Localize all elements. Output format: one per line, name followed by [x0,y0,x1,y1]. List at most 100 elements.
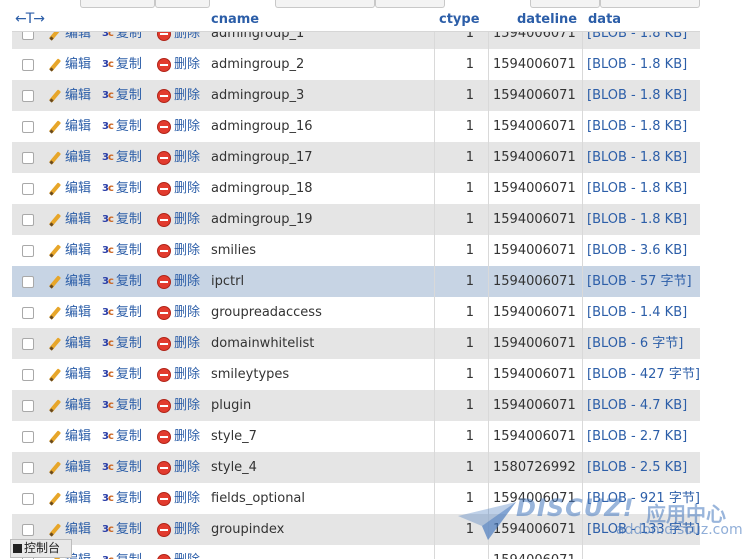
table-row[interactable]: 编辑 3c 复制 删除 style_4 1 1580726992 [BLOB - 2.5 KB… [12,452,700,483]
edit-button[interactable]: 编辑 [48,483,91,514]
copy-button[interactable]: 3c复制 [102,80,142,111]
delete-button[interactable]: 删除 [157,235,200,266]
table-row[interactable]: 编辑 3c 复制 删除 ipctrl 1 1594006071 [BLOB - 57 字节] [12,266,700,297]
edit-button[interactable]: 编辑 [48,204,91,235]
row-checkbox[interactable] [22,493,34,505]
row-checkbox[interactable] [22,400,34,412]
tab-edge[interactable] [80,0,155,8]
cell-data[interactable]: [BLOB - 1.8 KB] [587,80,687,111]
copy-button[interactable]: 3c复制 [102,514,142,545]
table-row[interactable]: 编辑 3c 复制 删除 admingroup_17 1 1594006071 [BLOB - … [12,142,700,173]
cell-data[interactable]: [BLOB - 133 字节] [587,514,700,545]
edit-button[interactable]: 编辑 [48,359,91,390]
column-header-data[interactable]: data [588,12,621,27]
edit-button[interactable]: 编辑 [48,266,91,297]
row-checkbox[interactable] [22,462,34,474]
delete-button[interactable]: 删除 [157,483,200,514]
row-checkbox[interactable] [22,90,34,102]
copy-button[interactable]: 3c复制 [102,545,142,559]
delete-button[interactable]: 删除 [157,545,200,559]
table-row[interactable]: 编辑 3c 复制 删除 admingroup_2 1 1594006071 [BLOB - 1… [12,49,700,80]
copy-button[interactable]: 3c复制 [102,421,142,452]
edit-button[interactable]: 编辑 [48,390,91,421]
cell-data[interactable]: [BLOB - 6 字节] [587,328,683,359]
row-checkbox[interactable] [22,276,34,288]
delete-button[interactable]: 删除 [157,452,200,483]
cell-data[interactable]: [BLOB - 2.7 KB] [587,421,687,452]
edit-button[interactable]: 编辑 [48,421,91,452]
edit-button[interactable]: 编辑 [48,111,91,142]
tab-edge[interactable] [600,0,700,8]
copy-button[interactable]: 3c复制 [102,328,142,359]
delete-button[interactable]: 删除 [157,514,200,545]
cell-data[interactable]: [BLOB - 1.8 KB] [587,142,687,173]
row-checkbox[interactable] [22,152,34,164]
row-checkbox[interactable] [22,59,34,71]
cell-data[interactable]: [BLOB - 1.8 KB] [587,111,687,142]
row-checkbox[interactable] [22,183,34,195]
row-checkbox[interactable] [22,524,34,536]
delete-button[interactable]: 删除 [157,297,200,328]
table-row[interactable]: 编辑 3c 复制 删除 smileytypes 1 1594006071 [BLOB - 42… [12,359,700,390]
cell-data[interactable]: [BLOB - 4.7 KB] [587,390,687,421]
edit-button[interactable]: 编辑 [48,49,91,80]
copy-button[interactable]: 3c复制 [102,49,142,80]
copy-button[interactable]: 3c复制 [102,390,142,421]
tab-edge[interactable] [530,0,600,8]
delete-button[interactable]: 删除 [157,266,200,297]
copy-button[interactable]: 3c复制 [102,204,142,235]
tab-edge[interactable] [155,0,210,8]
cell-data[interactable]: [BLOB - 3.6 KB] [587,235,687,266]
copy-button[interactable]: 3c复制 [102,142,142,173]
copy-button[interactable]: 3c复制 [102,173,142,204]
delete-button[interactable]: 删除 [157,80,200,111]
cell-data[interactable]: [BLOB - 1.4 KB] [587,297,687,328]
column-header-dateline[interactable]: dateline [517,12,577,27]
edit-button[interactable]: 编辑 [48,173,91,204]
delete-button[interactable]: 删除 [157,421,200,452]
edit-button[interactable]: 编辑 [48,452,91,483]
cell-data[interactable]: [BLOB - 427 字节] [587,359,700,390]
delete-button[interactable]: 删除 [157,173,200,204]
tab-edge[interactable] [375,0,445,8]
delete-button[interactable]: 删除 [157,328,200,359]
cell-data[interactable]: [BLOB - 1.8 KB] [587,49,687,80]
edit-button[interactable]: 编辑 [48,235,91,266]
table-row[interactable]: 编辑 3c 复制 删除 domainwhitelist 1 1594006071 [BLOB … [12,328,700,359]
table-row[interactable]: 编辑 3c 复制 删除 style_7 1 1594006071 [BLOB - 2.7 KB… [12,421,700,452]
copy-button[interactable]: 3c复制 [102,359,142,390]
table-row[interactable]: 编辑 3c 复制 删除 groupreadaccess 1 1594006071 [BLOB … [12,297,700,328]
cell-data[interactable]: [BLOB - 921 字节] [587,483,700,514]
edit-button[interactable]: 编辑 [48,80,91,111]
table-row[interactable]: 编辑3c复制删除1594006071 [12,545,700,559]
table-row[interactable]: 编辑 3c 复制 删除 fields_optional 1 1594006071 [BLOB … [12,483,700,514]
edit-button[interactable]: 编辑 [48,142,91,173]
row-checkbox[interactable] [22,338,34,350]
copy-button[interactable]: 3c复制 [102,483,142,514]
row-checkbox[interactable] [22,214,34,226]
table-row[interactable]: 编辑 3c 复制 删除 admingroup_18 1 1594006071 [BLOB - … [12,173,700,204]
table-row[interactable]: 编辑 3c 复制 删除 admingroup_3 1 1594006071 [BLOB - 1… [12,80,700,111]
edit-button[interactable]: 编辑 [48,297,91,328]
copy-button[interactable]: 3c复制 [102,111,142,142]
cell-data[interactable]: [BLOB - 1.8 KB] [587,204,687,235]
row-checkbox[interactable] [22,121,34,133]
row-checkbox[interactable] [22,369,34,381]
row-checkbox[interactable] [22,245,34,257]
row-checkbox[interactable] [22,431,34,443]
table-row[interactable]: 编辑 3c 复制 删除 admingroup_19 1 1594006071 [BLOB - … [12,204,700,235]
copy-button[interactable]: 3c复制 [102,452,142,483]
column-sort-arrows[interactable]: ←T→ [15,11,45,27]
delete-button[interactable]: 删除 [157,111,200,142]
cell-data[interactable]: [BLOB - 2.5 KB] [587,452,687,483]
delete-button[interactable]: 删除 [157,359,200,390]
table-row[interactable]: 编辑 3c 复制 删除 smilies 1 1594006071 [BLOB - 3.6 KB… [12,235,700,266]
delete-button[interactable]: 删除 [157,142,200,173]
table-row[interactable]: 编辑 3c 复制 删除 groupindex 1 1594006071 [BLOB - 133… [12,514,700,545]
column-header-cname[interactable]: cname [211,12,259,27]
row-checkbox[interactable] [22,307,34,319]
console-button[interactable]: 控制台 [10,539,72,558]
cell-data[interactable]: [BLOB - 1.8 KB] [587,173,687,204]
cell-data[interactable]: [BLOB - 57 字节] [587,266,692,297]
copy-button[interactable]: 3c复制 [102,235,142,266]
